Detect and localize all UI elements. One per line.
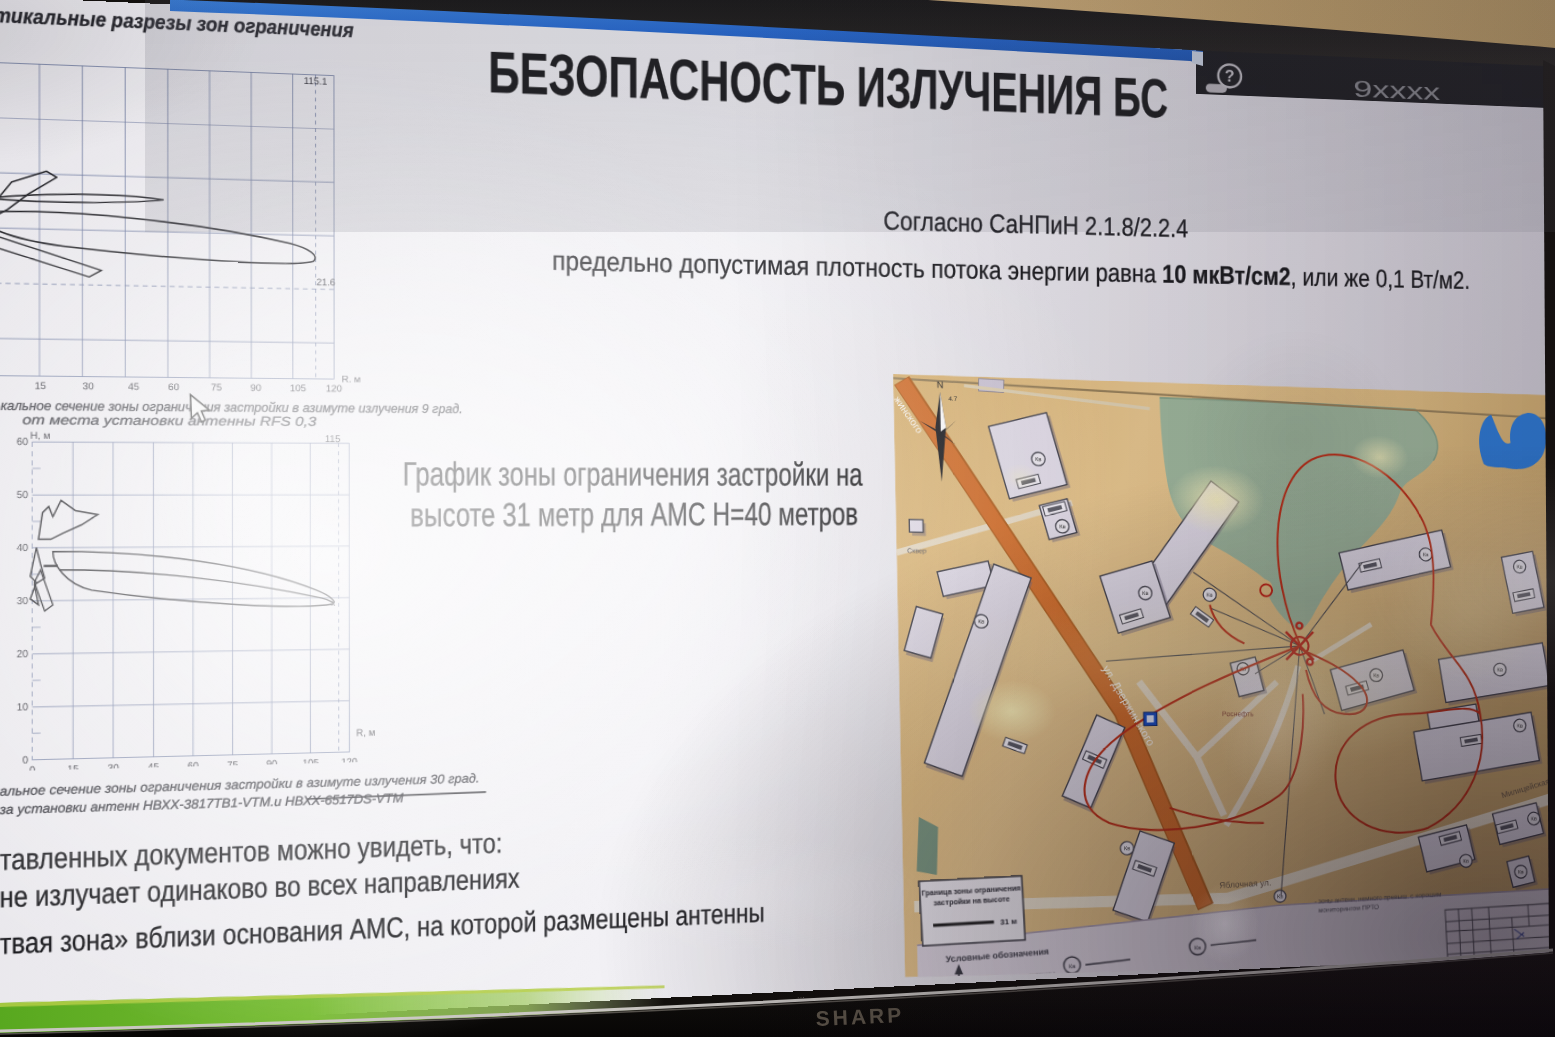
svg-text:30: 30 xyxy=(17,595,29,606)
svg-text:R, м: R, м xyxy=(357,727,376,738)
svg-text:9xxxx: 9xxxx xyxy=(1353,76,1441,106)
svg-text:10: 10 xyxy=(17,701,29,712)
svg-text:Кв: Кв xyxy=(1518,869,1524,875)
svg-text:x: x xyxy=(331,597,336,608)
svg-text:115.1: 115.1 xyxy=(304,76,328,87)
svg-text:R. м: R. м xyxy=(342,374,361,384)
svg-text:Кв: Кв xyxy=(1194,944,1201,952)
svg-text:Сквер: Сквер xyxy=(907,547,927,555)
svg-text:Кв: Кв xyxy=(1069,962,1076,970)
svg-text:4.7: 4.7 xyxy=(948,395,957,403)
svg-text:90: 90 xyxy=(251,383,262,393)
svg-text:Кв: Кв xyxy=(1124,845,1131,851)
svg-text:40: 40 xyxy=(17,542,29,553)
svg-text:Н, м: Н, м xyxy=(31,430,51,441)
svg-text:N: N xyxy=(937,379,944,389)
svg-text:···: ··· xyxy=(797,993,805,1002)
svg-text:Кв: Кв xyxy=(1517,723,1523,729)
svg-text:115: 115 xyxy=(325,433,341,444)
svg-text:21.6: 21.6 xyxy=(317,277,336,288)
svg-text:SHARP: SHARP xyxy=(815,1003,904,1030)
svg-text:105: 105 xyxy=(290,383,307,393)
svg-text:Кв: Кв xyxy=(1035,456,1042,462)
svg-text:Кв: Кв xyxy=(1059,523,1066,529)
svg-text:120: 120 xyxy=(326,383,342,393)
svg-text:15: 15 xyxy=(35,380,47,391)
svg-text:Кв: Кв xyxy=(1277,893,1284,899)
svg-text:?: ? xyxy=(1225,66,1235,85)
svg-text:75: 75 xyxy=(211,382,222,393)
svg-text:0: 0 xyxy=(23,754,29,765)
svg-text:60: 60 xyxy=(17,436,29,447)
svg-text:20: 20 xyxy=(17,648,29,659)
svg-text:Кв: Кв xyxy=(1142,590,1149,596)
svg-text:Кв: Кв xyxy=(1463,858,1469,864)
svg-text:50: 50 xyxy=(17,489,29,500)
svg-text:Кв: Кв xyxy=(1531,816,1537,822)
svg-text:60: 60 xyxy=(168,382,179,393)
svg-text:31 м: 31 м xyxy=(1000,917,1017,926)
svg-text:30: 30 xyxy=(83,381,95,392)
svg-text:45: 45 xyxy=(128,381,140,392)
svg-text:0: 0 xyxy=(30,764,36,772)
